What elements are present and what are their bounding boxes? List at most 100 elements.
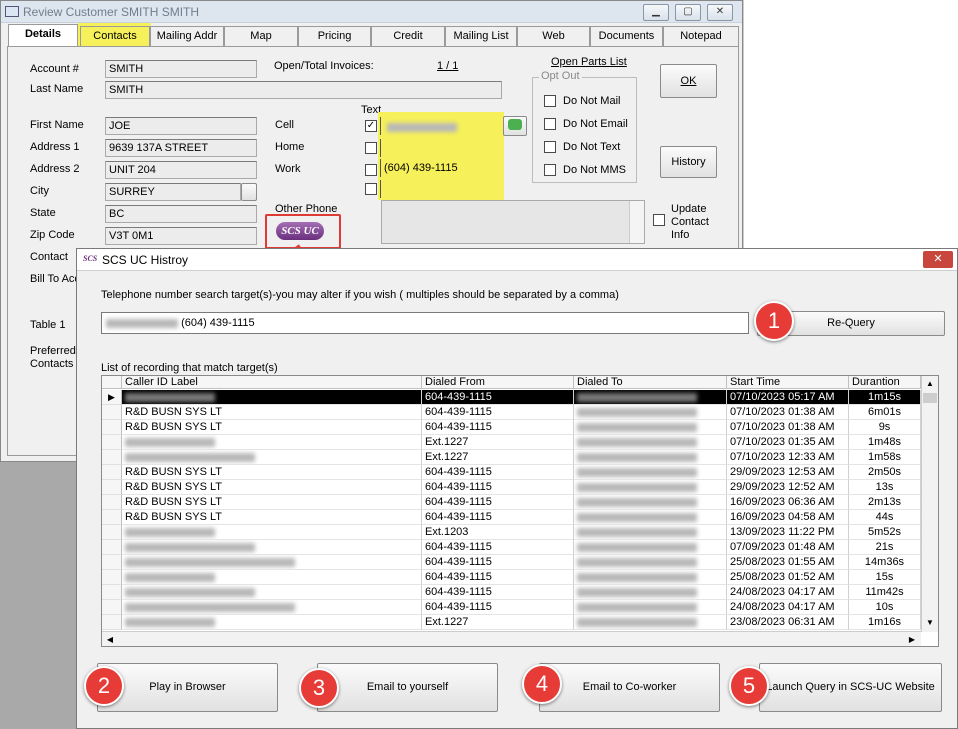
cell-duration: 2m13s (849, 495, 921, 510)
redacted-text (125, 437, 215, 447)
cell-duration: 13s (849, 480, 921, 495)
cell-dialed-from: 604-439-1115 (422, 585, 574, 600)
launch-query-website-button[interactable]: Launch Query in SCS-UC Website (759, 663, 942, 712)
cell-duration: 1m15s (849, 390, 921, 405)
row-indicator[interactable] (102, 420, 122, 435)
row-indicator[interactable] (102, 600, 122, 615)
cell-caller-id (122, 555, 422, 570)
cell-caller-id (122, 435, 422, 450)
cell-dialed-from: Ext.1227 (422, 435, 574, 450)
cell-dialed-to (574, 525, 727, 540)
cell-duration: 9s (849, 420, 921, 435)
email-to-coworker-button[interactable]: Email to Co-worker (539, 663, 720, 712)
row-indicator[interactable] (102, 525, 122, 540)
table-row[interactable]: R&D BUSN SYS LT 604-439-1115 29/09/2023 12… (102, 480, 921, 495)
cell-duration: 11m42s (849, 585, 921, 600)
column-header-caller-id[interactable]: Caller ID Label (122, 376, 422, 389)
cell-dialed-to (574, 420, 727, 435)
cell-duration: 10s (849, 600, 921, 615)
row-indicator[interactable]: ▶ (102, 390, 122, 405)
row-indicator[interactable] (102, 495, 122, 510)
table-row[interactable]: R&D BUSN SYS LT 604-439-1115 29/09/2023 12… (102, 465, 921, 480)
cell-dialed-to (574, 435, 727, 450)
table-row[interactable]: Ext.1227 23/08/2023 06:31 AM 1m16s (102, 615, 921, 630)
cell-start-time: 07/09/2023 01:48 AM (727, 540, 849, 555)
table-row[interactable]: 604-439-1115 25/08/2023 01:52 AM 15s (102, 570, 921, 585)
recordings-grid: Caller ID Label Dialed From Dialed To St… (101, 375, 939, 647)
redacted-text (577, 617, 697, 627)
table-row[interactable]: Ext.1227 07/10/2023 12:33 AM 1m58s (102, 450, 921, 465)
cell-caller-id (122, 525, 422, 540)
cell-caller-id (122, 585, 422, 600)
cell-duration: 1m16s (849, 615, 921, 630)
cell-dialed-from: 604-439-1115 (422, 495, 574, 510)
scroll-down-arrow-icon[interactable]: ▼ (922, 615, 938, 631)
cell-dialed-from: 604-439-1115 (422, 390, 574, 405)
redacted-text (577, 392, 697, 402)
cell-duration: 5m52s (849, 525, 921, 540)
search-target-value: (604) 439-1115 (181, 317, 255, 329)
grid-corner (102, 376, 122, 389)
row-indicator[interactable] (102, 480, 122, 495)
cell-dialed-from: 604-439-1115 (422, 600, 574, 615)
cell-start-time: 25/08/2023 01:52 AM (727, 570, 849, 585)
cell-duration: 1m58s (849, 450, 921, 465)
table-row[interactable]: Ext.1227 07/10/2023 01:35 AM 1m48s (102, 435, 921, 450)
table-row[interactable]: 604-439-1115 25/08/2023 01:55 AM 14m36s (102, 555, 921, 570)
redacted-text (125, 617, 215, 627)
row-indicator[interactable] (102, 585, 122, 600)
column-header-dialed-from[interactable]: Dialed From (422, 376, 574, 389)
grid-vertical-scrollbar[interactable]: ▲ ▼ (921, 376, 938, 632)
column-header-start-time[interactable]: Start Time (727, 376, 849, 389)
cell-start-time: 07/10/2023 01:35 AM (727, 435, 849, 450)
table-row[interactable]: ▶ 604-439-1115 07/10/2023 05:17 AM 1m15s (102, 390, 921, 405)
cell-dialed-from: Ext.1227 (422, 615, 574, 630)
recordings-list-label: List of recording that match target(s) (101, 362, 278, 374)
scroll-up-arrow-icon[interactable]: ▲ (922, 376, 938, 392)
scroll-right-arrow-icon[interactable]: ▶ (904, 632, 920, 646)
scroll-thumb[interactable] (923, 393, 937, 403)
row-indicator[interactable] (102, 615, 122, 630)
dialog-close-button[interactable]: ✕ (923, 251, 953, 268)
column-header-duration[interactable]: Durantion (849, 376, 921, 389)
table-row[interactable]: 604-439-1115 24/08/2023 04:17 AM 11m42s (102, 585, 921, 600)
row-indicator[interactable] (102, 450, 122, 465)
scroll-left-arrow-icon[interactable]: ◀ (102, 632, 118, 646)
row-indicator[interactable] (102, 405, 122, 420)
cell-dialed-from: Ext.1227 (422, 450, 574, 465)
table-row[interactable]: 604-439-1115 24/08/2023 04:17 AM 10s (102, 600, 921, 615)
callout-5: 5 (729, 666, 769, 706)
table-row[interactable]: R&D BUSN SYS LT 604-439-1115 16/09/2023 06… (102, 495, 921, 510)
redacted-text (125, 452, 255, 462)
row-indicator[interactable] (102, 465, 122, 480)
row-indicator[interactable] (102, 435, 122, 450)
table-row[interactable]: R&D BUSN SYS LT 604-439-1115 16/09/2023 04… (102, 510, 921, 525)
row-indicator[interactable] (102, 570, 122, 585)
table-row[interactable]: R&D BUSN SYS LT 604-439-1115 07/10/2023 01… (102, 405, 921, 420)
cell-dialed-from: Ext.1203 (422, 525, 574, 540)
table-row[interactable]: 604-439-1115 07/09/2023 01:48 AM 21s (102, 540, 921, 555)
cell-duration: 15s (849, 570, 921, 585)
dialog-title: SCS UC Histroy (102, 253, 189, 267)
cell-duration: 44s (849, 510, 921, 525)
cell-dialed-to (574, 450, 727, 465)
search-target-input[interactable]: (604) 439-1115 (101, 312, 749, 334)
grid-horizontal-scrollbar[interactable]: ◀ ▶ (102, 631, 921, 646)
row-indicator[interactable] (102, 540, 122, 555)
table-row[interactable]: Ext.1203 13/09/2023 11:22 PM 5m52s (102, 525, 921, 540)
cell-caller-id (122, 540, 422, 555)
row-indicator[interactable] (102, 510, 122, 525)
play-in-browser-button[interactable]: Play in Browser (97, 663, 278, 712)
cell-duration: 14m36s (849, 555, 921, 570)
cell-caller-id (122, 390, 422, 405)
redacted-text (577, 512, 697, 522)
redacted-text (577, 542, 697, 552)
column-header-dialed-to[interactable]: Dialed To (574, 376, 727, 389)
table-row[interactable]: R&D BUSN SYS LT 604-439-1115 07/10/2023 01… (102, 420, 921, 435)
cell-caller-id: R&D BUSN SYS LT (122, 405, 422, 420)
cell-dialed-to (574, 390, 727, 405)
row-indicator[interactable] (102, 555, 122, 570)
cell-duration: 21s (849, 540, 921, 555)
email-to-yourself-button[interactable]: Email to yourself (317, 663, 498, 712)
redacted-text (125, 542, 255, 552)
